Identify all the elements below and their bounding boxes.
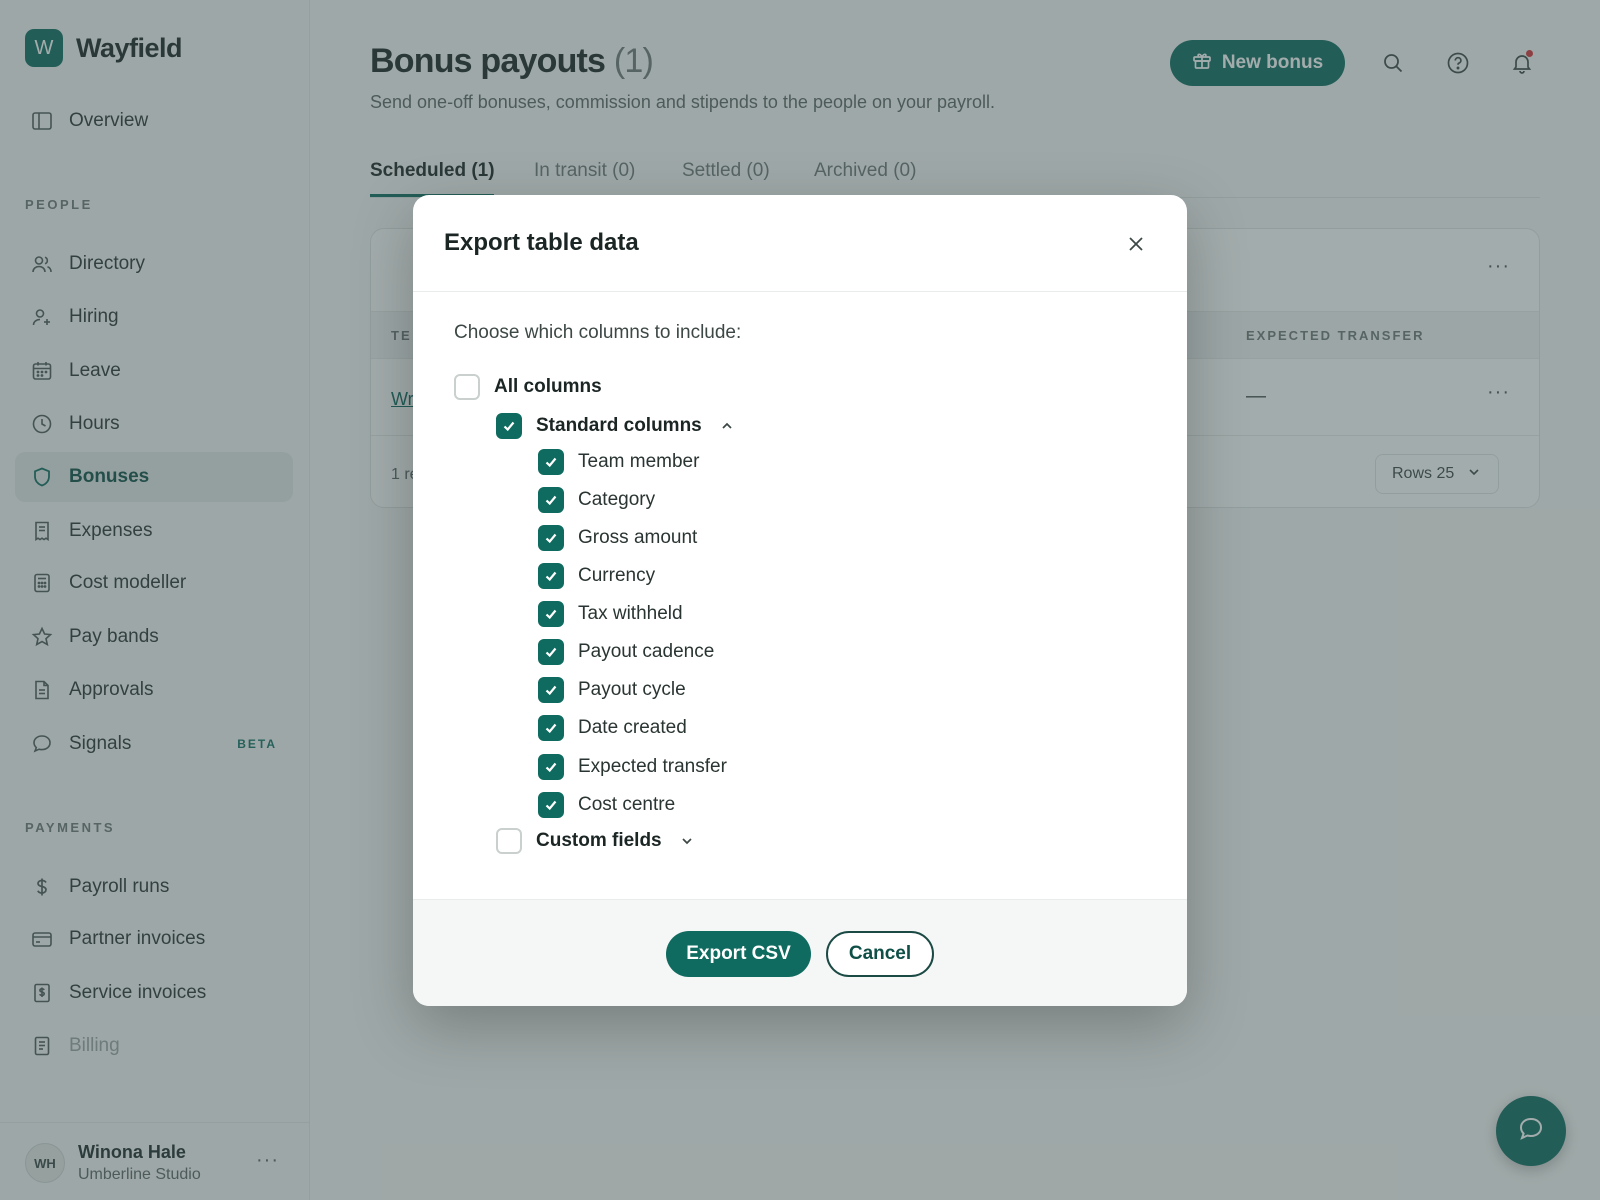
column-gross-amount-label: Gross amount: [578, 527, 698, 548]
column-date-created-option[interactable]: Date created: [538, 713, 687, 743]
custom-fields-label: Custom fields: [536, 830, 662, 851]
column-date-created-checkbox[interactable]: [538, 715, 564, 741]
export-csv-button[interactable]: Export CSV: [666, 931, 811, 977]
close-icon[interactable]: [1123, 231, 1149, 257]
export-dialog: Export table data Choose which columns t…: [413, 195, 1187, 1006]
column-category-checkbox[interactable]: [538, 487, 564, 513]
column-currency-checkbox[interactable]: [538, 563, 564, 589]
column-gross-amount-checkbox[interactable]: [538, 525, 564, 551]
dialog-body: Choose which columns to include: All col…: [413, 292, 1187, 894]
standard-columns-checkbox[interactable]: [496, 413, 522, 439]
column-currency-option[interactable]: Currency: [538, 561, 655, 591]
column-payout-cycle-label: Payout cycle: [578, 679, 686, 700]
column-expected-transfer-label: Expected transfer: [578, 756, 727, 777]
column-tax-withheld-option[interactable]: Tax withheld: [538, 599, 683, 629]
column-team-member-option[interactable]: Team member: [538, 447, 699, 477]
all-columns-option[interactable]: All columns: [454, 372, 602, 402]
dialog-prompt: Choose which columns to include:: [454, 322, 742, 343]
dialog-title: Export table data: [444, 229, 639, 256]
chevron-down-icon[interactable]: [680, 833, 696, 849]
column-payout-cycle-checkbox[interactable]: [538, 677, 564, 703]
column-payout-cycle-option[interactable]: Payout cycle: [538, 675, 686, 705]
column-expected-transfer-checkbox[interactable]: [538, 754, 564, 780]
column-cost-centre-checkbox[interactable]: [538, 792, 564, 818]
column-payout-cadence-label: Payout cadence: [578, 641, 715, 662]
column-tax-withheld-checkbox[interactable]: [538, 601, 564, 627]
column-team-member-label: Team member: [578, 451, 700, 472]
custom-fields-checkbox[interactable]: [496, 828, 522, 854]
column-date-created-label: Date created: [578, 717, 687, 738]
chevron-up-icon[interactable]: [720, 418, 736, 434]
column-currency-label: Currency: [578, 565, 656, 586]
dialog-footer: Export CSV Cancel: [413, 899, 1187, 1006]
column-payout-cadence-option[interactable]: Payout cadence: [538, 637, 714, 667]
dialog-header: Export table data: [413, 195, 1187, 292]
column-tax-withheld-label: Tax withheld: [578, 603, 683, 624]
column-category-option[interactable]: Category: [538, 485, 655, 515]
column-cost-centre-option[interactable]: Cost centre: [538, 790, 675, 820]
column-cost-centre-label: Cost centre: [578, 794, 676, 815]
all-columns-label: All columns: [494, 376, 602, 397]
column-gross-amount-option[interactable]: Gross amount: [538, 523, 697, 553]
column-payout-cadence-checkbox[interactable]: [538, 639, 564, 665]
column-category-label: Category: [578, 489, 656, 510]
standard-columns-label: Standard columns: [536, 415, 702, 436]
standard-columns-option[interactable]: Standard columns: [496, 411, 736, 441]
custom-fields-option[interactable]: Custom fields: [496, 826, 696, 856]
column-team-member-checkbox[interactable]: [538, 449, 564, 475]
all-columns-checkbox[interactable]: [454, 374, 480, 400]
cancel-button[interactable]: Cancel: [826, 931, 934, 977]
column-expected-transfer-option[interactable]: Expected transfer: [538, 752, 727, 782]
